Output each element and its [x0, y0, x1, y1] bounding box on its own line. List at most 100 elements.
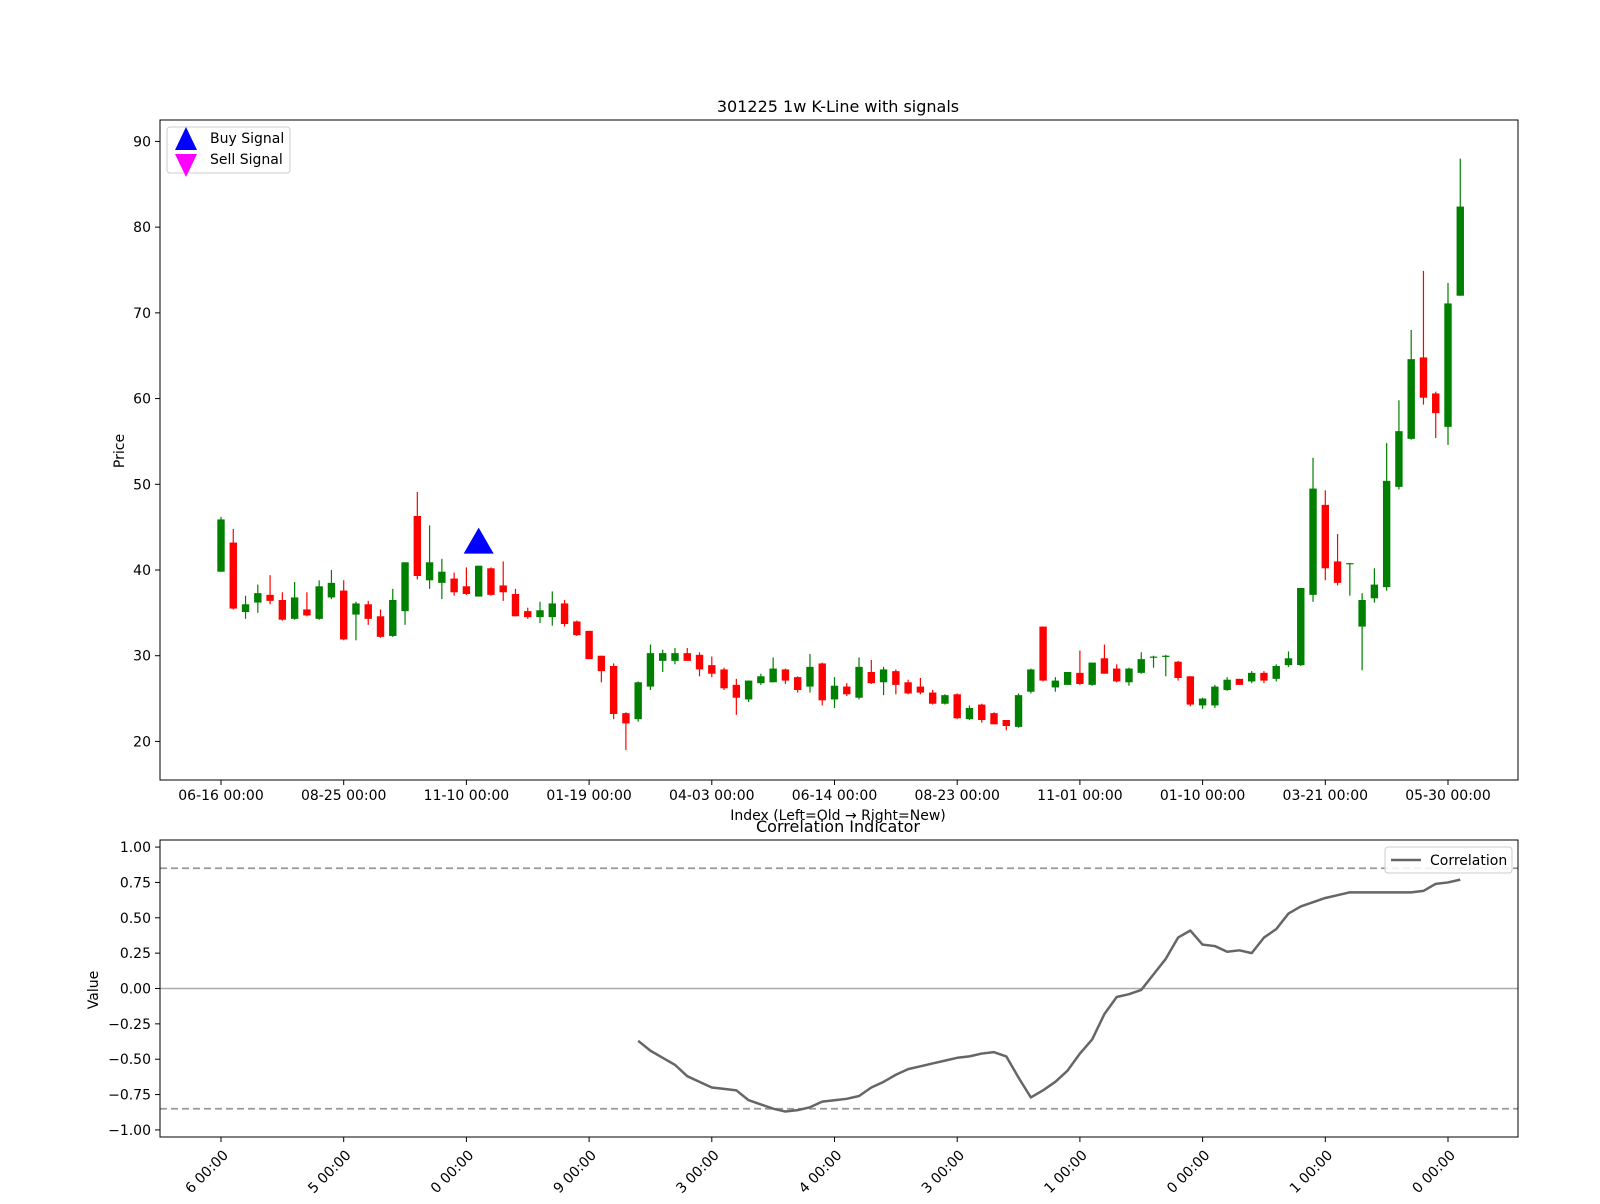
candle — [1051, 677, 1060, 692]
correlation-title: Correlation Indicator — [756, 817, 920, 836]
candle-body — [241, 604, 250, 612]
candle-body — [622, 713, 630, 724]
candle-body — [1358, 600, 1366, 627]
candle — [793, 676, 802, 693]
kline-title: 301225 1w K-Line with signals — [717, 97, 959, 116]
candle-body — [266, 594, 274, 601]
candle-body — [1395, 431, 1403, 487]
candle-body — [315, 586, 323, 619]
candle-body — [634, 682, 642, 720]
candle-body — [1346, 563, 1354, 565]
candle-body — [499, 585, 507, 593]
candle-body — [474, 565, 483, 597]
candle-body — [352, 603, 360, 615]
correlation-y-tick-label: 0.25 — [120, 946, 151, 962]
candle — [438, 558, 446, 600]
candle — [1333, 534, 1342, 586]
candle-body — [1321, 504, 1329, 569]
candle — [1027, 668, 1035, 694]
candle-body — [855, 666, 863, 698]
kline-x-tick-label: 11-10 00:00 — [424, 788, 509, 804]
candle — [499, 561, 507, 601]
candle-body — [1100, 658, 1109, 674]
buy-signal-markers — [463, 527, 494, 554]
kline-x-tick-label: 05-30 00:00 — [1405, 788, 1490, 804]
candle — [1223, 677, 1231, 691]
candle-body — [290, 597, 299, 619]
candle-body — [916, 686, 925, 693]
candle-body — [1297, 588, 1305, 666]
candle — [315, 580, 323, 620]
candle-body — [892, 671, 900, 685]
candle — [744, 680, 753, 702]
candle — [1346, 563, 1354, 596]
kline-y-tick-label: 20 — [133, 734, 151, 750]
kline-legend: Buy Signal Sell Signal — [166, 126, 291, 177]
candle — [609, 663, 618, 720]
candle — [278, 592, 287, 621]
candle-body — [867, 672, 876, 684]
candle-body — [806, 666, 814, 687]
chart-figure: 301225 1w K-Line with signals Price Inde… — [0, 0, 1600, 1200]
candle-body — [229, 542, 237, 609]
candle — [1125, 667, 1133, 686]
candle — [867, 660, 876, 684]
correlation-x-tick-label: 0 00:00 — [428, 1148, 477, 1197]
correlation-y-axis-label: Value — [86, 971, 102, 1009]
candle — [1432, 391, 1440, 438]
correlation-series-line — [637, 878, 1461, 1113]
candle-body — [1247, 672, 1256, 682]
candle — [818, 662, 826, 706]
correlation-reference-lines — [160, 867, 1518, 1110]
candle-body — [438, 571, 446, 583]
candle — [450, 572, 458, 596]
kline-y-axis-label: Price — [112, 434, 128, 468]
candle — [830, 677, 839, 708]
candle — [1235, 678, 1244, 685]
candle — [879, 666, 888, 696]
correlation-y-tick-label: 0.00 — [120, 982, 151, 998]
candle — [1284, 651, 1293, 667]
candle-body — [879, 669, 888, 683]
candle — [389, 588, 397, 637]
candle-body — [1186, 676, 1195, 705]
candle — [1063, 672, 1072, 685]
candle — [1162, 654, 1170, 677]
candle — [241, 595, 250, 619]
correlation-panel: Correlation Indicator Value 1.00 0.75 0.50… — [86, 817, 1519, 1197]
candle — [683, 648, 691, 661]
candle — [364, 600, 372, 625]
candle — [1076, 650, 1084, 685]
candle-body — [548, 603, 556, 618]
candle — [634, 681, 642, 722]
candle-body — [536, 610, 544, 618]
candle-body — [1113, 668, 1121, 682]
correlation-x-tick-label: 6 00:00 — [183, 1148, 232, 1197]
candle-body — [793, 677, 802, 690]
candle-body — [843, 686, 851, 695]
kline-x-tick-label: 01-19 00:00 — [546, 788, 631, 804]
candle — [1002, 720, 1010, 731]
candle — [1039, 626, 1047, 682]
candle-body — [487, 568, 495, 595]
candle-body — [1137, 659, 1145, 673]
candle — [916, 678, 925, 695]
candle — [953, 693, 961, 720]
candle-body — [1284, 658, 1293, 666]
candle-body — [573, 621, 581, 636]
kline-x-tick-label: 06-14 00:00 — [792, 788, 877, 804]
kline-y-tick-label: 50 — [133, 477, 151, 493]
candle-body — [1063, 672, 1072, 685]
candle — [941, 694, 949, 705]
kline-x-tick-label: 01-10 00:00 — [1160, 788, 1245, 804]
candle — [1014, 693, 1023, 728]
candle — [585, 630, 593, 660]
candle — [1419, 270, 1428, 405]
candle — [708, 656, 716, 678]
candle — [806, 654, 814, 693]
candle — [487, 567, 495, 596]
candle-body — [818, 663, 826, 701]
candle — [266, 575, 274, 605]
candle — [659, 649, 667, 672]
candle-body — [364, 604, 372, 619]
